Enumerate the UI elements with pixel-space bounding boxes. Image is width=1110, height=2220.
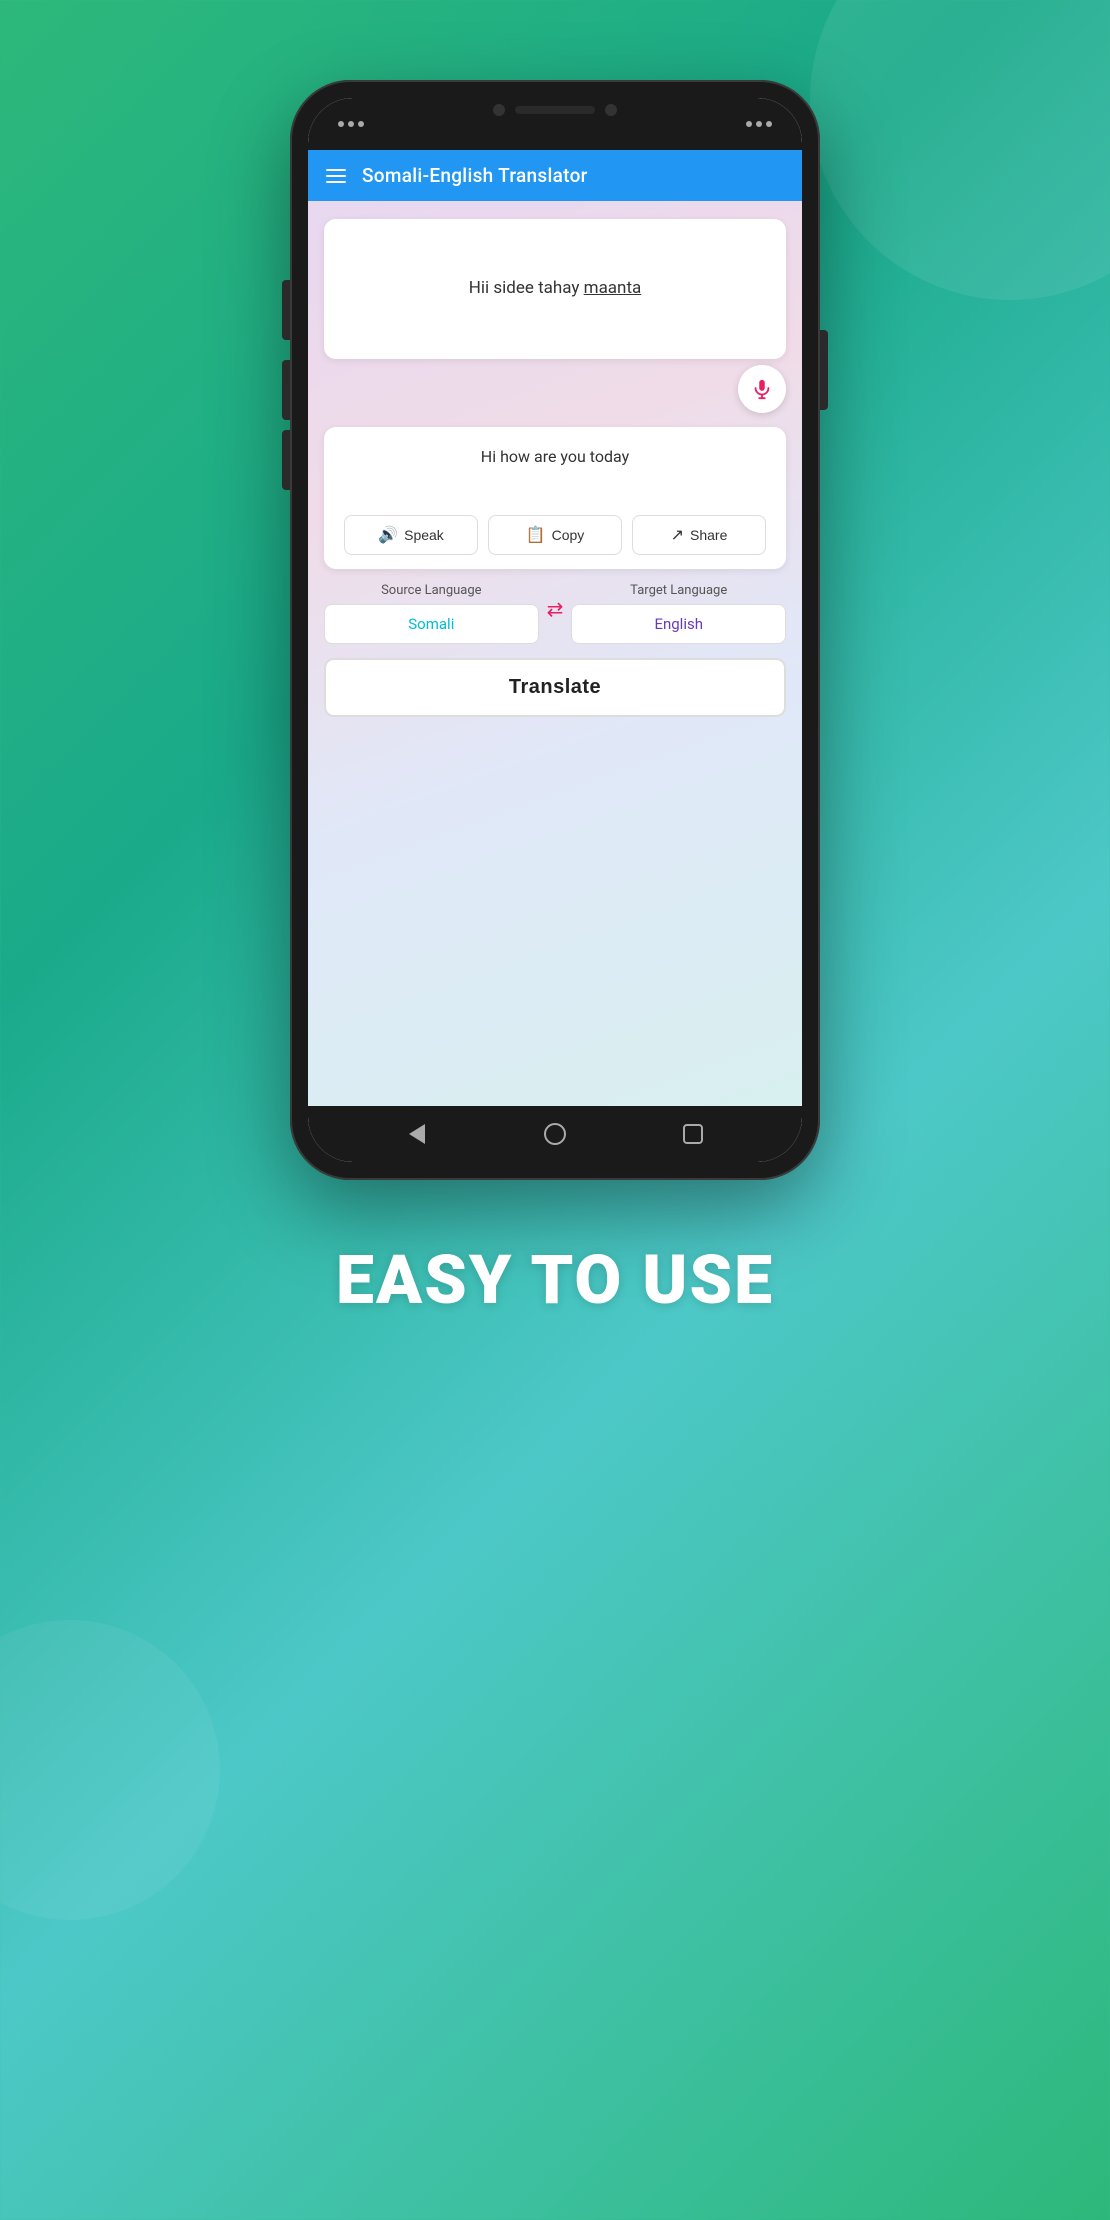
notch [493, 98, 617, 116]
speaker [515, 106, 595, 114]
source-language-selector[interactable]: Somali [324, 604, 539, 644]
copy-button[interactable]: 📋 Copy [488, 515, 622, 555]
action-buttons: 🔊 Speak 📋 Copy ↗ Share [344, 515, 766, 555]
recents-icon [683, 1124, 703, 1144]
status-dots [338, 121, 364, 127]
output-text: Hi how are you today [344, 447, 766, 497]
mic-button[interactable] [738, 365, 786, 413]
main-content: Hii sidee tahay maanta [308, 201, 802, 1106]
translate-button[interactable]: Translate [324, 658, 786, 717]
share-icon: ↗ [671, 525, 684, 545]
mic-icon [751, 378, 773, 400]
input-card[interactable]: Hii sidee tahay maanta [324, 219, 786, 359]
recents-button[interactable] [678, 1119, 708, 1149]
phone-device: Somali-English Translator Hii sidee taha… [290, 80, 820, 1180]
back-button[interactable] [402, 1119, 432, 1149]
copy-label: Copy [552, 527, 585, 543]
home-button[interactable] [540, 1119, 570, 1149]
target-language-group: Target Language English [571, 583, 786, 644]
source-language-group: Source Language Somali [324, 583, 539, 644]
mic-wrapper [324, 365, 786, 413]
input-text: Hii sidee tahay maanta [469, 276, 642, 302]
target-language-selector[interactable]: English [571, 604, 786, 644]
camera-dot-right [605, 104, 617, 116]
share-button[interactable]: ↗ Share [632, 515, 766, 555]
camera-dot [493, 104, 505, 116]
target-language-label: Target Language [630, 583, 727, 598]
swap-languages-button[interactable]: ⇄ [547, 597, 564, 631]
app-container: Somali-English Translator Hii sidee taha… [308, 150, 802, 1162]
copy-icon: 📋 [526, 525, 546, 545]
language-selector: Source Language Somali ⇄ Target Language… [324, 583, 786, 644]
status-dots-right [746, 121, 772, 127]
app-topbar: Somali-English Translator [308, 150, 802, 201]
share-label: Share [690, 527, 727, 543]
app-title: Somali-English Translator [362, 164, 588, 187]
home-icon [544, 1123, 566, 1145]
speak-button[interactable]: 🔊 Speak [344, 515, 478, 555]
bottom-tagline-wrapper: EASY TO USE [336, 1240, 774, 1320]
status-bar [308, 98, 802, 150]
nav-bar [308, 1106, 802, 1162]
speak-label: Speak [404, 527, 444, 543]
speak-icon: 🔊 [378, 525, 398, 545]
menu-button[interactable] [326, 169, 346, 183]
output-card: Hi how are you today 🔊 Speak 📋 Copy [324, 427, 786, 569]
source-language-label: Source Language [381, 583, 482, 598]
swap-icon: ⇄ [547, 597, 564, 621]
back-icon [409, 1124, 425, 1144]
tagline: EASY TO USE [336, 1240, 774, 1320]
